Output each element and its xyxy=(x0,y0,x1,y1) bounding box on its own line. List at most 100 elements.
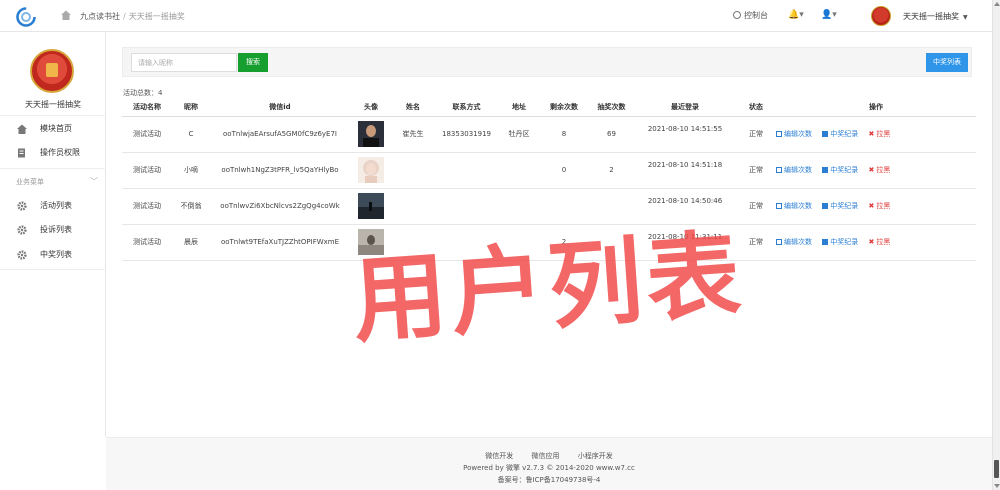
close-icon: ✖ xyxy=(868,238,875,246)
blacklist-label: 拉黑 xyxy=(876,202,891,210)
footer-icp[interactable]: 备案号：鲁ICP备17049738号-4 xyxy=(106,475,992,485)
cell-address xyxy=(499,152,539,189)
edit-icon xyxy=(776,238,782,245)
cell-name xyxy=(392,188,434,225)
total-count: 活动总数：4 xyxy=(123,89,163,97)
column-header: 状态 xyxy=(736,98,776,117)
scroll-up-arrow-icon[interactable] xyxy=(994,2,1000,6)
column-header: 剩余次数 xyxy=(539,98,589,117)
winner-list-button[interactable]: 中奖列表 xyxy=(926,53,968,72)
blacklist-button[interactable]: ✖ 拉黑 xyxy=(868,130,890,138)
gear-icon xyxy=(17,201,27,211)
edit-count-label: 编辑次数 xyxy=(784,166,812,174)
blacklist-button[interactable]: ✖ 拉黑 xyxy=(868,238,890,246)
column-header: 活动名称 xyxy=(122,98,172,117)
close-icon: ✖ xyxy=(868,130,875,138)
column-header: 地址 xyxy=(499,98,539,117)
user-avatar-image xyxy=(358,157,384,183)
footer-link[interactable]: 小程序开发 xyxy=(578,452,613,460)
sidebar-item-label: 中奖列表 xyxy=(40,250,72,259)
breadcrumb-site[interactable]: 九点读书社 xyxy=(80,12,120,21)
footer-link[interactable]: 微信应用 xyxy=(532,452,560,460)
sidebar-item-label: 活动列表 xyxy=(40,201,72,210)
cell-phone xyxy=(434,224,499,261)
user-avatar-image xyxy=(358,229,384,255)
sidebar-item-activities[interactable]: 活动列表 xyxy=(0,195,106,217)
edit-count-button[interactable]: 编辑次数 xyxy=(776,166,812,174)
cell-draws: 2 xyxy=(589,152,634,189)
scroll-down-arrow-icon[interactable] xyxy=(994,484,1000,488)
blacklist-label: 拉黑 xyxy=(876,238,891,246)
user-avatar-image xyxy=(358,121,384,147)
cell-wechat-id: ooTnlwjaEArsufA5GM0fC9z6yE7I xyxy=(210,116,350,153)
user-menu-icon[interactable]: 👤▾ xyxy=(821,10,837,20)
gear-icon xyxy=(17,225,27,235)
column-header: 头像 xyxy=(350,98,392,117)
edit-count-label: 编辑次数 xyxy=(784,238,812,246)
cell-remaining: 0 xyxy=(539,152,589,189)
cell-status: 正常 xyxy=(736,188,776,225)
search-button[interactable]: 搜索 xyxy=(238,53,268,72)
avatar[interactable] xyxy=(871,6,891,26)
sidebar-item-label: 投诉列表 xyxy=(40,225,72,234)
user-table: 活动名称 昵称 微信id 头像 姓名 联系方式 地址 剩余次数 抽奖次数 最近登… xyxy=(122,98,976,261)
cell-phone: 18353031919 xyxy=(434,116,499,153)
search-input[interactable] xyxy=(131,53,237,72)
blacklist-label: 拉黑 xyxy=(876,130,891,138)
cell-activity: 测试活动 xyxy=(122,152,172,189)
console-link[interactable]: 控制台 xyxy=(733,10,768,21)
cell-remaining: 8 xyxy=(539,116,589,153)
column-header: 昵称 xyxy=(172,98,210,117)
user-avatar-image xyxy=(358,193,384,219)
sidebar-item-winners[interactable]: 中奖列表 xyxy=(0,244,106,266)
footer-powered: Powered by 微擎 v2.7.3 © 2014-2020 www.w7.… xyxy=(463,464,635,472)
cell-status: 正常 xyxy=(736,116,776,153)
sidebar: 天天摇一摇抽奖 模块首页 操作员权限 业务菜单 ﹀ 活动列表 投诉列表 中奖列表 xyxy=(0,32,106,437)
cell-avatar xyxy=(350,224,392,261)
sidebar-item-home[interactable]: 模块首页 xyxy=(0,118,106,140)
app-logo-icon[interactable] xyxy=(15,6,37,28)
cell-actions: 编辑次数 中奖纪录 ✖ 拉黑 xyxy=(776,188,976,225)
sidebar-item-complaints[interactable]: 投诉列表 xyxy=(0,219,106,241)
cell-status: 正常 xyxy=(736,152,776,189)
winning-record-label: 中奖纪录 xyxy=(830,130,859,138)
close-icon: ✖ xyxy=(868,202,875,210)
cell-remaining: 2 xyxy=(539,224,589,261)
winning-record-button[interactable]: 中奖纪录 xyxy=(822,202,858,210)
sidebar-group-business[interactable]: 业务菜单 ﹀ xyxy=(0,174,106,190)
edit-count-button[interactable]: 编辑次数 xyxy=(776,238,812,246)
scrollbar[interactable] xyxy=(992,0,1000,490)
column-header: 抽奖次数 xyxy=(589,98,634,117)
blacklist-button[interactable]: ✖ 拉黑 xyxy=(868,202,890,210)
winning-record-button[interactable]: 中奖纪录 xyxy=(822,166,858,174)
footer-link[interactable]: 微信开发 xyxy=(485,452,513,460)
cell-name: 崔先生 xyxy=(392,116,434,153)
blacklist-button[interactable]: ✖ 拉黑 xyxy=(868,166,890,174)
winning-record-button[interactable]: 中奖纪录 xyxy=(822,238,858,246)
breadcrumb: 九点读书社 / 天天摇一摇抽奖 xyxy=(80,11,185,22)
table-row: 测试活动 晨辰 ooTnlwt9TEfaXuTJZZhtOPIFWxmE 2 2… xyxy=(122,224,976,261)
top-bar: 九点读书社 / 天天摇一摇抽奖 控制台 🔔▾ 👤▾ 天天摇一摇抽奖 ▼ xyxy=(0,0,992,32)
record-icon xyxy=(822,130,829,137)
column-header: 姓名 xyxy=(392,98,434,117)
notification-bell-icon[interactable]: 🔔▾ xyxy=(788,10,804,20)
scrollbar-thumb[interactable] xyxy=(994,460,999,478)
cell-remaining xyxy=(539,188,589,225)
footer: 微信开发 微信应用 小程序开发 Powered by 微擎 v2.7.3 © 2… xyxy=(106,437,992,490)
cell-last-login: 2021-08-10 14:51:18 xyxy=(634,152,736,189)
cell-last-login: 2021-08-10 14:50:46 xyxy=(634,188,736,225)
edit-count-button[interactable]: 编辑次数 xyxy=(776,202,812,210)
winning-record-button[interactable]: 中奖纪录 xyxy=(822,130,858,138)
cell-actions: 编辑次数 中奖纪录 ✖ 拉黑 xyxy=(776,224,976,261)
user-name-menu[interactable]: 天天摇一摇抽奖 ▼ xyxy=(903,11,968,22)
sidebar-item-label: 操作员权限 xyxy=(40,148,80,157)
record-icon xyxy=(822,238,829,245)
close-icon: ✖ xyxy=(868,166,875,174)
cell-wechat-id: ooTnlwh1NgZ3tPFR_lv5QaYHlyBo xyxy=(210,152,350,189)
home-icon[interactable] xyxy=(60,9,72,21)
edit-count-button[interactable]: 编辑次数 xyxy=(776,130,812,138)
cell-actions: 编辑次数 中奖纪录 ✖ 拉黑 xyxy=(776,152,976,189)
search-panel: 搜索 中奖列表 xyxy=(122,47,972,77)
sidebar-item-permissions[interactable]: 操作员权限 xyxy=(0,142,106,164)
account-avatar xyxy=(30,49,74,93)
